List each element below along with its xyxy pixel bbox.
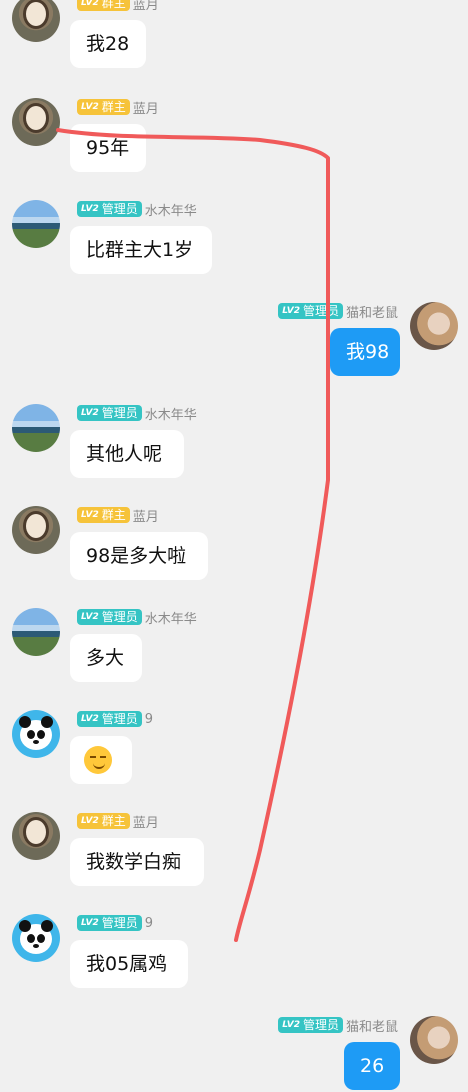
avatar[interactable] [12,404,60,452]
message-bubble[interactable]: 我98 [330,328,400,376]
role-label: 管理员 [302,1018,339,1032]
sender-meta: LV2 群主 蓝月 [77,812,159,831]
level-label: LV2 [81,918,99,928]
message-text: 98是多大啦 [86,545,187,567]
avatar[interactable] [12,812,60,860]
message-bubble[interactable]: 其他人呢 [70,430,184,478]
message-text: 我05属鸡 [86,953,168,975]
avatar[interactable] [12,506,60,554]
sender-name[interactable]: 猫和老鼠 [346,1016,398,1035]
sender-name[interactable]: 猫和老鼠 [346,302,398,321]
message-bubble[interactable]: 26 [344,1042,400,1090]
avatar[interactable] [12,200,60,248]
sender-meta: LV2 管理员 9 [77,710,153,728]
avatar[interactable] [12,608,60,656]
sender-name[interactable]: 水木年华 [145,608,197,627]
level-label: LV2 [81,714,99,724]
message-bubble[interactable]: 多大 [70,634,142,682]
sender-name[interactable]: 水木年华 [145,404,197,423]
message-bubble[interactable]: 我05属鸡 [70,940,188,988]
message-text: 其他人呢 [86,443,163,465]
role-label: 管理员 [302,304,339,318]
level-label: LV2 [81,408,99,418]
sender-name[interactable]: 9 [145,916,153,931]
level-label: LV2 [81,612,99,622]
member-badge: LV2 群主 [77,507,130,523]
avatar[interactable] [12,98,60,146]
message-text: 我数学白痴 [86,851,182,873]
sender-meta: LV2 管理员 水木年华 [77,200,197,219]
role-label: 管理员 [101,406,138,420]
message-text: 我28 [86,33,130,55]
member-badge: LV2 管理员 [77,201,142,217]
sender-name[interactable]: 蓝月 [133,506,159,525]
smirk-emoji [84,746,112,774]
role-label: 管理员 [101,610,138,624]
sender-name[interactable]: 蓝月 [133,812,159,831]
role-label: 群主 [101,508,126,522]
sender-name[interactable]: 蓝月 [133,0,159,13]
member-badge: LV2 管理员 [77,915,142,931]
sender-meta: LV2 管理员 猫和老鼠 [278,1016,398,1035]
role-label: 群主 [101,100,126,114]
level-label: LV2 [282,306,300,316]
level-label: LV2 [81,816,99,826]
message-bubble[interactable]: 98是多大啦 [70,532,208,580]
sender-meta: LV2 群主 蓝月 [77,506,159,525]
message-bubble[interactable] [70,736,132,784]
role-label: 管理员 [101,202,138,216]
role-label: 管理员 [101,712,138,726]
avatar[interactable] [410,302,458,350]
message-bubble[interactable]: 95年 [70,124,146,172]
member-badge: LV2 管理员 [77,711,142,727]
member-badge: LV2 群主 [77,0,130,11]
message-text: 我98 [346,341,390,363]
message-bubble[interactable]: 比群主大1岁 [70,226,212,274]
message-text: 多大 [86,647,125,669]
avatar[interactable] [12,710,60,758]
sender-meta: LV2 管理员 水木年华 [77,608,197,627]
member-badge: LV2 群主 [77,813,130,829]
message-text: 26 [360,1055,385,1077]
role-label: 管理员 [101,916,138,930]
level-label: LV2 [282,1020,300,1030]
level-label: LV2 [81,0,99,8]
level-label: LV2 [81,204,99,214]
sender-meta: LV2 群主 蓝月 [77,98,159,117]
member-badge: LV2 管理员 [77,405,142,421]
sender-meta: LV2 群主 蓝月 [77,0,159,13]
message-text: 比群主大1岁 [86,239,194,261]
message-text: 95年 [86,137,130,159]
sender-meta: LV2 管理员 9 [77,914,153,932]
chat-message-list[interactable]: LV2 群主 蓝月 我28 LV2 群主 蓝月 95年 LV2 管理员 水木年华 比群主大1岁 LV2 管… [0,0,468,1092]
sender-meta: LV2 管理员 猫和老鼠 [278,302,398,321]
member-badge: LV2 管理员 [278,303,343,319]
avatar[interactable] [410,1016,458,1064]
message-bubble[interactable]: 我28 [70,20,146,68]
sender-meta: LV2 管理员 水木年华 [77,404,197,423]
level-label: LV2 [81,510,99,520]
level-label: LV2 [81,102,99,112]
member-badge: LV2 管理员 [77,609,142,625]
role-label: 群主 [101,0,126,10]
member-badge: LV2 管理员 [278,1017,343,1033]
avatar[interactable] [12,914,60,962]
sender-name[interactable]: 水木年华 [145,200,197,219]
sender-name[interactable]: 蓝月 [133,98,159,117]
member-badge: LV2 群主 [77,99,130,115]
role-label: 群主 [101,814,126,828]
sender-name[interactable]: 9 [145,712,153,727]
avatar[interactable] [12,0,60,42]
message-bubble[interactable]: 我数学白痴 [70,838,204,886]
